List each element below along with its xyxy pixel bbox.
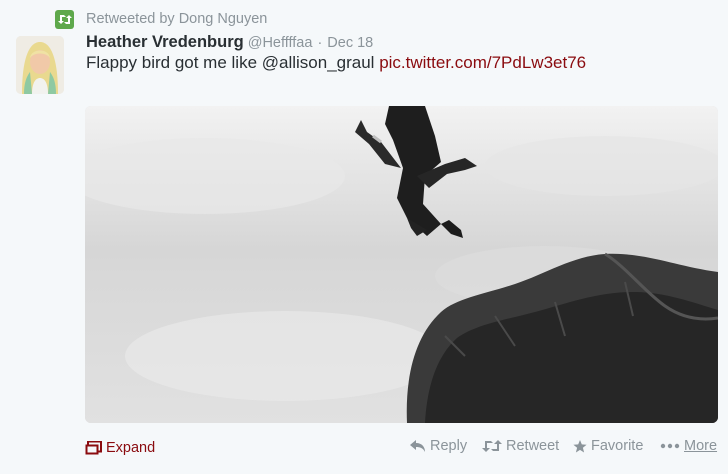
reply-icon [410, 440, 425, 452]
avatar[interactable] [16, 36, 64, 94]
more-dots-icon [660, 443, 680, 449]
favorite-label: Favorite [591, 438, 644, 454]
retweet-icon [55, 9, 74, 29]
retweet-action-icon [482, 440, 502, 452]
retweeted-by-label[interactable]: Retweeted by Dong Nguyen [86, 11, 267, 27]
tweet-text: Flappy bird got me like @allison_graul p… [86, 53, 586, 73]
tweet-actions: Reply Retweet Favorite More [0, 438, 728, 458]
header-separator: · [317, 35, 323, 51]
more-button[interactable]: More [660, 438, 717, 454]
author-name[interactable]: Heather Vredenburg [86, 33, 244, 52]
tweet-header: Heather Vredenburg @Heffffaa · Dec 18 [86, 33, 373, 53]
retweet-context: Retweeted by Dong Nguyen [55, 9, 267, 29]
tweet-photo[interactable] [85, 106, 718, 423]
reply-label: Reply [430, 438, 468, 454]
tweet[interactable]: Retweeted by Dong Nguyen Heather Vredenb… [0, 0, 728, 474]
star-icon [573, 439, 587, 452]
favorite-button[interactable]: Favorite [573, 438, 643, 454]
author-handle[interactable]: @Heffffaa [248, 35, 313, 51]
more-label: More [684, 438, 718, 454]
retweet-label: Retweet [506, 438, 560, 454]
tweet-media-link[interactable]: pic.twitter.com/7PdLw3et76 [379, 53, 586, 72]
retweet-button[interactable]: Retweet [482, 438, 559, 454]
tweet-body: Flappy bird got me like @allison_graul [86, 53, 380, 72]
tweet-timestamp[interactable]: Dec 18 [327, 35, 373, 51]
reply-button[interactable]: Reply [410, 438, 467, 454]
